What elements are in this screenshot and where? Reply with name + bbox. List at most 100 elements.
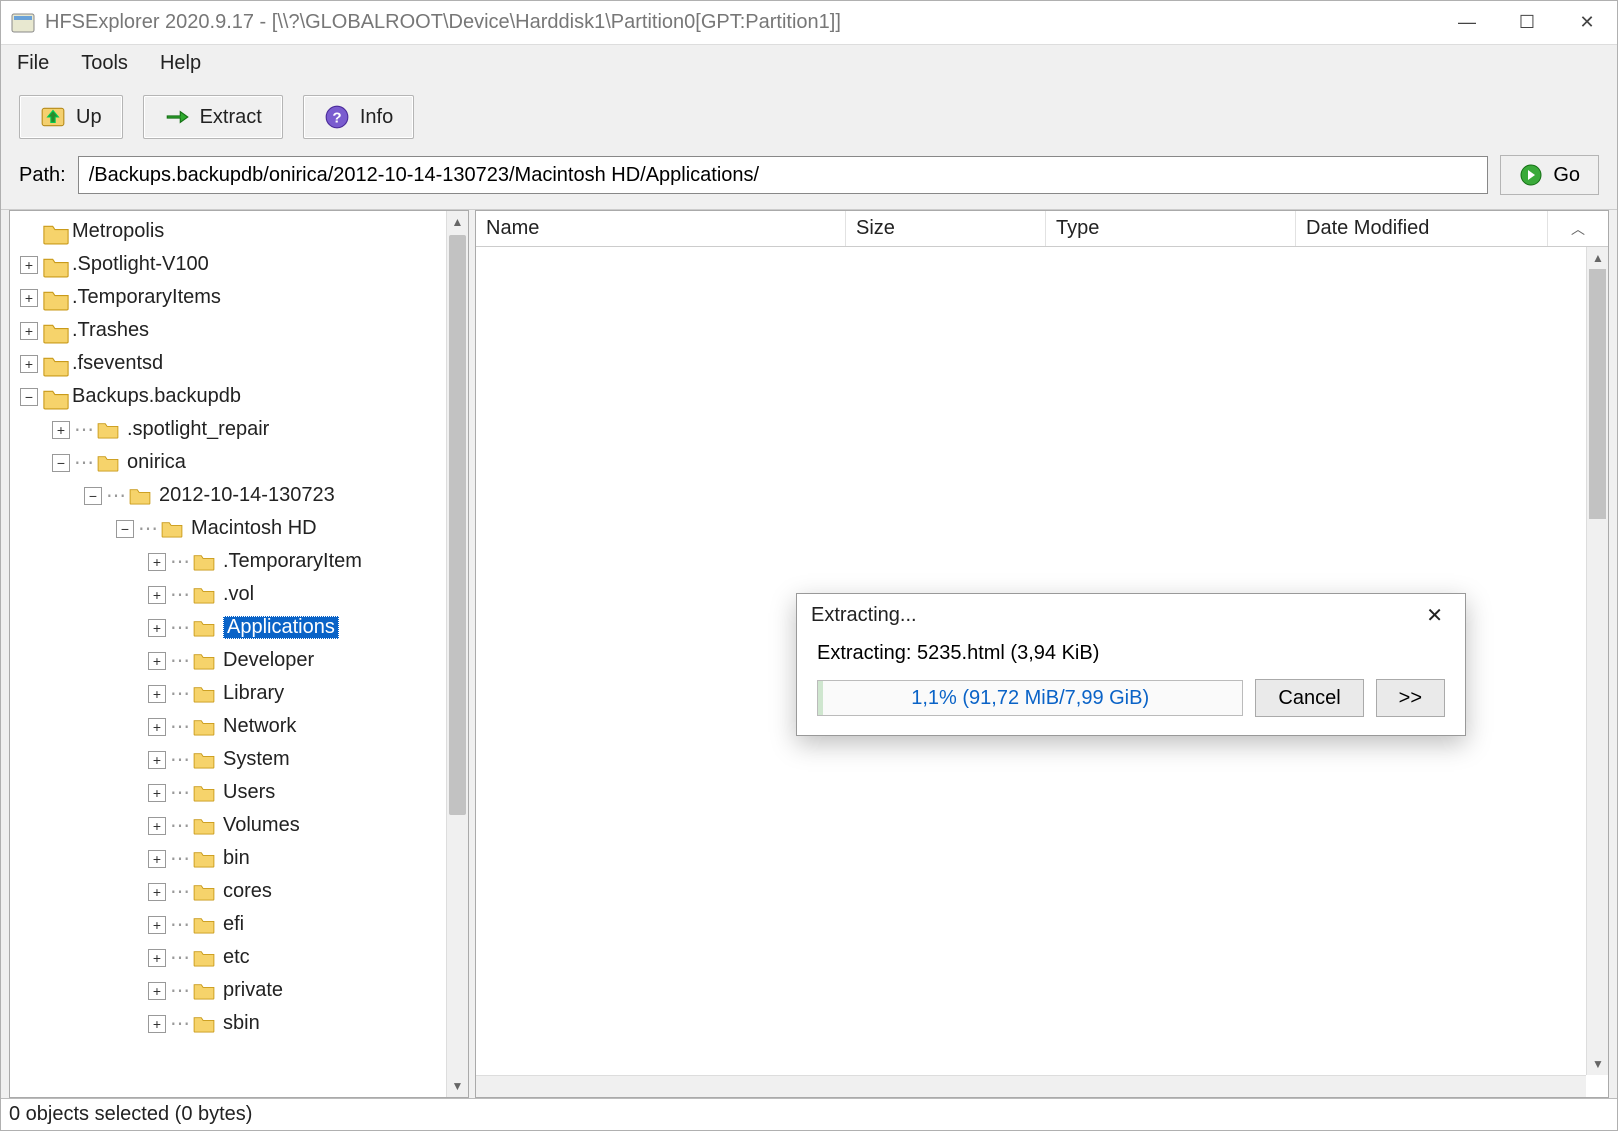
tree-item[interactable]: +⋯System [16,743,468,776]
tree-item[interactable]: +.Trashes [16,314,468,347]
extract-button[interactable]: Extract [143,95,283,139]
tree-toggle-icon[interactable]: + [148,982,166,1000]
tree-item[interactable]: +⋯Applications [16,611,468,644]
scroll-up-icon[interactable]: ▲ [1587,247,1609,269]
menu-file[interactable]: File [11,50,55,77]
close-button[interactable]: ✕ [1557,1,1617,44]
tree-toggle-icon[interactable]: + [148,586,166,604]
main-split: Metropolis+.Spotlight-V100+.TemporaryIte… [1,209,1617,1098]
tree-item[interactable]: +.Spotlight-V100 [16,248,468,281]
col-date[interactable]: Date Modified [1296,211,1548,246]
tree-item-label: .TemporaryItem [223,550,362,573]
tree-item[interactable]: −⋯2012-10-14-130723 [16,479,468,512]
tree-item[interactable]: +⋯sbin [16,1007,468,1040]
tree-item[interactable]: +⋯cores [16,875,468,908]
app-icon [11,11,35,35]
folder-icon [193,619,215,637]
list-h-scrollbar[interactable] [476,1075,1586,1097]
tree-toggle-icon[interactable]: − [116,520,134,538]
folder-icon [193,586,215,604]
tree-item[interactable]: +⋯private [16,974,468,1007]
tree-toggle-icon[interactable]: + [148,1015,166,1033]
minimize-button[interactable]: — [1437,1,1497,44]
col-name[interactable]: Name [476,211,846,246]
tree-item[interactable]: +⋯.spotlight_repair [16,413,468,446]
tree-toggle-icon[interactable]: + [148,652,166,670]
tree-toggle-icon[interactable]: + [148,883,166,901]
folder-icon [193,652,215,670]
go-button[interactable]: Go [1500,155,1599,195]
up-button[interactable]: Up [19,95,123,139]
tree-body[interactable]: Metropolis+.Spotlight-V100+.TemporaryIte… [10,211,468,1040]
tree-toggle-icon[interactable]: − [52,454,70,472]
tree-toggle-icon[interactable]: + [148,553,166,571]
sort-indicator-icon[interactable]: ︿ [1548,211,1608,246]
folder-icon [193,718,215,736]
tree-scrollbar[interactable]: ▲ ▼ [446,211,468,1097]
tree-item-label: .TemporaryItems [72,286,221,309]
tree-item[interactable]: +⋯.vol [16,578,468,611]
tree-toggle-icon[interactable]: + [148,751,166,769]
menu-bar: File Tools Help [1,45,1617,81]
tree-item[interactable]: −⋯Macintosh HD [16,512,468,545]
tree-item-label: cores [223,880,272,903]
tree-toggle-icon[interactable]: − [20,388,38,406]
go-arrow-icon [1519,163,1543,187]
tree-item[interactable]: +⋯Library [16,677,468,710]
menu-help[interactable]: Help [154,50,207,77]
tree-toggle-icon[interactable]: + [148,850,166,868]
list-scroll-thumb[interactable] [1589,269,1606,519]
dialog-close-button[interactable]: ✕ [1418,599,1451,632]
tree-item[interactable]: +⋯Network [16,710,468,743]
tree-toggle-icon[interactable]: + [20,355,38,373]
folder-icon [42,289,64,307]
tree-toggle-icon[interactable]: + [20,256,38,274]
tree-toggle-icon[interactable]: + [148,718,166,736]
tree-item[interactable]: −Backups.backupdb [16,380,468,413]
app-window: HFSExplorer 2020.9.17 - [\\?\GLOBALROOT\… [0,0,1618,1131]
tree-toggle-icon[interactable]: + [148,817,166,835]
folder-icon [193,1015,215,1033]
folder-icon [193,553,215,571]
tree-toggle-icon[interactable]: + [148,916,166,934]
tree-item[interactable]: −⋯onirica [16,446,468,479]
tree-item[interactable]: + .TemporaryItems [16,281,468,314]
tree-scroll-thumb[interactable] [449,235,466,815]
maximize-button[interactable]: ☐ [1497,1,1557,44]
tree-item[interactable]: Metropolis [16,215,468,248]
info-button[interactable]: ? Info [303,95,414,139]
tree-item[interactable]: +⋯Volumes [16,809,468,842]
tree-item-label: Applications [223,616,339,639]
scroll-down-icon[interactable]: ▼ [1587,1053,1609,1075]
tree-toggle-icon[interactable]: + [148,949,166,967]
tree-item-label: Metropolis [72,220,164,243]
tree-item[interactable]: +⋯etc [16,941,468,974]
list-scrollbar[interactable]: ▲ ▼ [1586,247,1608,1075]
path-input[interactable] [78,156,1489,194]
tree-item[interactable]: +⋯Users [16,776,468,809]
tree-item[interactable]: +⋯Developer [16,644,468,677]
scroll-up-icon[interactable]: ▲ [447,211,468,233]
tree-toggle-icon[interactable]: + [148,619,166,637]
tree-toggle-icon[interactable]: − [84,487,102,505]
col-type[interactable]: Type [1046,211,1296,246]
tree-toggle-icon[interactable]: + [20,322,38,340]
folder-icon [193,982,215,1000]
more-button[interactable]: >> [1376,679,1445,717]
tree-item-label: Library [223,682,284,705]
col-size[interactable]: Size [846,211,1046,246]
folder-icon [193,784,215,802]
scroll-down-icon[interactable]: ▼ [447,1075,468,1097]
tree-item[interactable]: +⋯bin [16,842,468,875]
folder-icon [42,355,64,373]
menu-tools[interactable]: Tools [75,50,134,77]
tree-item[interactable]: +.fseventsd [16,347,468,380]
tree-item[interactable]: +⋯.TemporaryItem [16,545,468,578]
tree-item[interactable]: +⋯efi [16,908,468,941]
tree-toggle-icon[interactable]: + [52,421,70,439]
tree-toggle-icon[interactable]: + [148,685,166,703]
tree-toggle-icon[interactable]: + [20,289,38,307]
cancel-button[interactable]: Cancel [1255,679,1363,717]
tree-item-label: Network [223,715,296,738]
tree-toggle-icon[interactable]: + [148,784,166,802]
